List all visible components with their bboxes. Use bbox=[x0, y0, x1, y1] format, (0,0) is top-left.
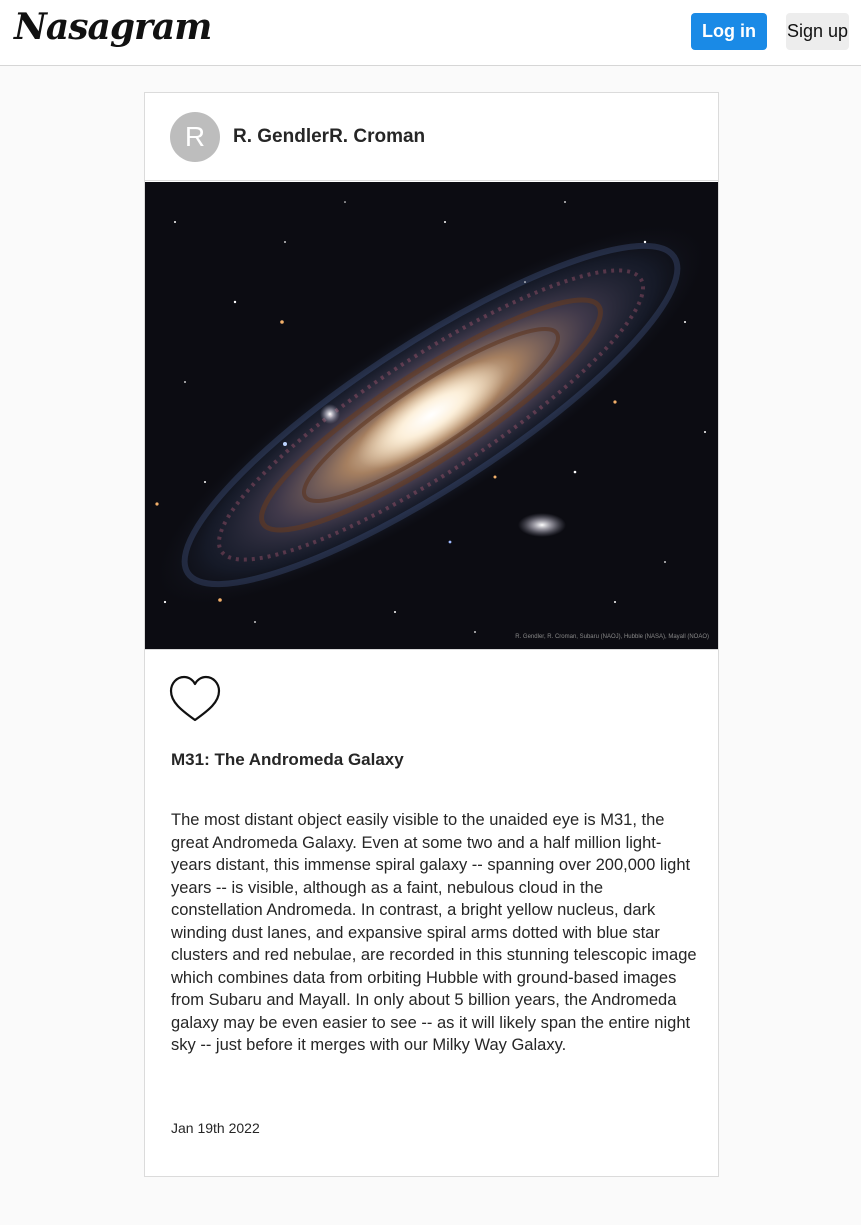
post-image: R. Gendler, R. Croman, Subaru (NAOJ), Hu… bbox=[145, 182, 718, 650]
image-credit: R. Gendler, R. Croman, Subaru (NAOJ), Hu… bbox=[515, 634, 709, 640]
post-header: R R. GendlerR. Croman bbox=[145, 93, 718, 181]
post-author: R. GendlerR. Croman bbox=[233, 126, 426, 147]
galaxy-image bbox=[145, 182, 718, 649]
login-button[interactable]: Log in bbox=[691, 13, 767, 50]
post-title: M31: The Andromeda Galaxy bbox=[171, 750, 404, 769]
signup-button[interactable]: Sign up bbox=[786, 13, 849, 50]
like-button[interactable] bbox=[169, 674, 221, 726]
post-card: R R. GendlerR. Croman R. Gendler, R. Cro… bbox=[144, 92, 719, 1177]
post-date: Jan 19th 2022 bbox=[171, 1120, 260, 1136]
avatar: R bbox=[170, 112, 220, 162]
post-description: The most distant object easily visible t… bbox=[171, 811, 697, 1054]
heart-outline-icon bbox=[169, 675, 221, 722]
app-logo[interactable]: Nasagram bbox=[14, 6, 212, 49]
top-navbar: Nasagram Log in Sign up bbox=[0, 0, 861, 66]
